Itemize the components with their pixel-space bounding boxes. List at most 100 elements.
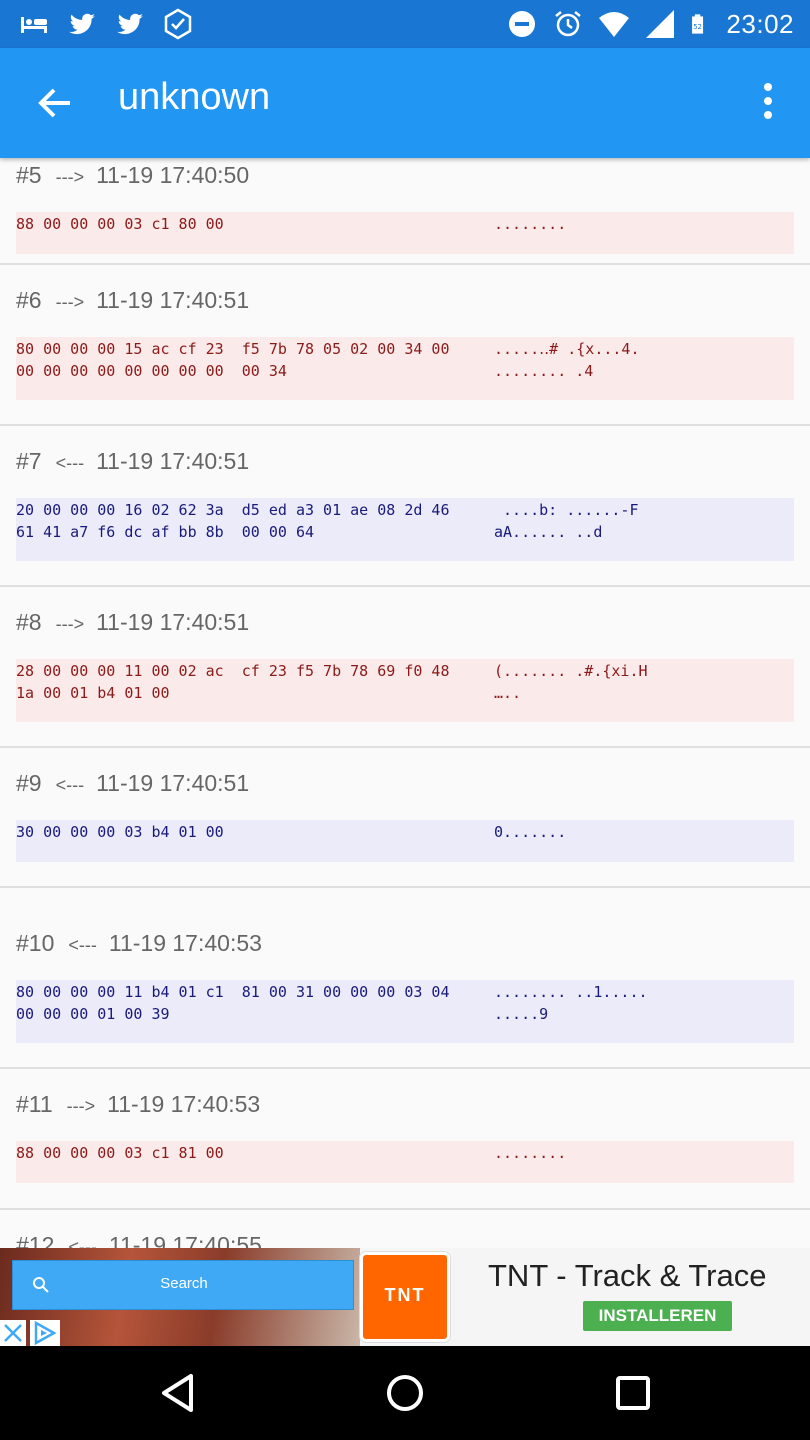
tnt-logo-text: TNT <box>384 1285 426 1305</box>
back-arrow-icon[interactable] <box>30 78 80 128</box>
ascii-text: ........ .4 <box>494 362 594 380</box>
packet-index: #6 <box>16 287 42 313</box>
install-button[interactable]: INSTALLEREN <box>583 1301 732 1331</box>
hexdump-row: 00 00 00 00 00 00 00 00 00 34 ........ .4 <box>16 362 794 384</box>
packet-index: #8 <box>16 609 42 635</box>
packet-hexdump: 88 00 00 00 03 c1 80 00........ <box>16 212 794 254</box>
packet-index: #5 <box>16 162 42 188</box>
packet-header: #11 ---> 11-19 17:40:53 <box>16 1091 260 1118</box>
hex-bytes: 1a 00 01 b4 01 00 <box>16 684 170 702</box>
hexdump-row: 30 00 00 00 03 b4 01 00 0....... <box>16 823 794 845</box>
packet-list[interactable]: #5 ---> 11-19 17:40:50 88 00 00 00 03 c1 80… <box>0 158 810 1248</box>
hexdump-row: 61 41 a7 f6 dc af bb 8b 00 00 64 aA......… <box>16 523 794 545</box>
packet-timestamp: 11-19 17:40:55 <box>108 1232 262 1248</box>
ascii-text: ........ ..1..... <box>494 983 648 1001</box>
screen: 52 23:02 unknown #5 ---> 11-19 17:40:50 88 … <box>0 0 810 1440</box>
packet-hexdump: 88 00 00 00 03 c1 81 00........ <box>16 1141 794 1183</box>
hex-bytes: 61 41 a7 f6 dc af bb 8b 00 00 64 <box>16 523 315 541</box>
battery-level: 52 <box>694 23 703 31</box>
packet-hexdump: 28 00 00 00 11 00 02 ac cf 23 f5 7b 78 6… <box>16 659 794 722</box>
ascii-text: aA...... ..d <box>494 523 603 541</box>
packet-timestamp: 11-19 17:40:51 <box>96 609 250 635</box>
packet-header: #5 ---> 11-19 17:40:50 <box>16 162 249 189</box>
packet-direction: <--- <box>55 453 85 473</box>
hexdump-row: 88 00 00 00 03 c1 81 00........ <box>16 1144 794 1166</box>
shield-check-icon <box>164 8 192 40</box>
packet-header: #8 ---> 11-19 17:40:51 <box>16 609 249 636</box>
packet-item[interactable]: #12 <--- 11-19 17:40:55 <box>0 1210 810 1248</box>
hex-bytes: 00 00 00 01 00 39 <box>16 1005 170 1023</box>
adchoices-icon[interactable] <box>30 1320 60 1346</box>
packet-header: #12 <--- 11-19 17:40:55 <box>16 1232 262 1248</box>
packet-item[interactable]: #6 ---> 11-19 17:40:51 80 00 00 00 15 ac cf… <box>0 265 810 426</box>
packet-direction: ---> <box>55 614 85 634</box>
packet-index: #12 <box>16 1232 55 1248</box>
hexdump-row: 88 00 00 00 03 c1 80 00........ <box>16 215 794 237</box>
hexdump-row: 1a 00 01 b4 01 00 ….. <box>16 684 794 706</box>
packet-item[interactable]: #8 ---> 11-19 17:40:51 28 00 00 00 11 00 02… <box>0 587 810 748</box>
hexdump-row: 28 00 00 00 11 00 02 ac cf 23 f5 7b 78 6… <box>16 662 794 684</box>
packet-direction: <--- <box>68 1237 97 1248</box>
ad-close-icon[interactable] <box>0 1320 26 1346</box>
ad-banner[interactable]: Search TNT TNT - Track & Trace INSTALLER… <box>0 1248 810 1346</box>
home-circle-icon[interactable] <box>380 1368 430 1418</box>
packet-direction: ---> <box>66 1096 96 1116</box>
signal-icon <box>646 10 675 38</box>
packet-index: #11 <box>16 1091 53 1117</box>
twitter-icon <box>117 13 143 35</box>
packet-timestamp: 11-19 17:40:51 <box>96 448 250 474</box>
ascii-text: ....b: ......-F <box>494 501 639 519</box>
ascii-text: ........ <box>494 1144 567 1162</box>
overflow-menu-icon[interactable] <box>756 80 780 126</box>
packet-timestamp: 11-19 17:40:53 <box>107 1091 261 1117</box>
battery-icon: 52 <box>692 14 704 34</box>
hex-bytes: 28 00 00 00 11 00 02 ac cf 23 f5 7b 78 6… <box>16 662 450 680</box>
hex-bytes: 00 00 00 00 00 00 00 00 00 34 <box>16 362 287 380</box>
packet-header: #6 ---> 11-19 17:40:51 <box>16 287 249 314</box>
ad-title[interactable]: TNT - Track & Trace <box>488 1258 766 1294</box>
hexdump-row: 00 00 00 01 00 39 .....9 <box>16 1005 794 1027</box>
hex-bytes: 88 00 00 00 03 c1 81 00 <box>16 1144 224 1162</box>
hexdump-row: 20 00 00 00 16 02 62 3a d5 ed a3 01 ae 0… <box>16 501 794 523</box>
twitter-icon <box>69 13 95 35</box>
back-triangle-icon[interactable] <box>154 1368 204 1418</box>
wifi-icon <box>599 12 630 37</box>
packet-header: #9 <--- 11-19 17:40:51 <box>16 770 249 797</box>
packet-direction: ---> <box>55 167 85 187</box>
packet-direction: ---> <box>55 292 85 312</box>
recents-square-icon[interactable] <box>608 1368 658 1418</box>
packet-header: #10 <--- 11-19 17:40:53 <box>16 930 262 957</box>
ascii-text: (....... .#.{xi.H <box>494 662 648 680</box>
navigation-bar <box>0 1346 810 1440</box>
packet-hexdump: 80 00 00 00 15 ac cf 23 f5 7b 78 05 02 0… <box>16 337 794 400</box>
hex-bytes: 20 00 00 00 16 02 62 3a d5 ed a3 01 ae 0… <box>16 501 450 519</box>
page-title: unknown <box>118 76 271 118</box>
hexdump-row: 80 00 00 00 15 ac cf 23 f5 7b 78 05 02 0… <box>16 340 794 362</box>
packet-hexdump: 80 00 00 00 11 b4 01 c1 81 00 31 00 00 0… <box>16 980 794 1043</box>
packet-item[interactable]: #7 <--- 11-19 17:40:51 20 00 00 00 16 02 62… <box>0 426 810 587</box>
clock: 23:02 <box>726 8 794 39</box>
ascii-text: .....9 <box>494 1005 549 1023</box>
hexdump-row: 80 00 00 00 11 b4 01 c1 81 00 31 00 00 0… <box>16 983 794 1005</box>
hotel-bed-icon <box>21 17 47 33</box>
packet-timestamp: 11-19 17:40:51 <box>96 770 250 796</box>
status-bar: 52 23:02 <box>0 0 810 48</box>
ad-search-button[interactable]: Search <box>12 1260 354 1310</box>
ad-search-label: Search <box>160 1275 208 1292</box>
packet-index: #10 <box>16 930 55 956</box>
packet-index: #7 <box>16 448 42 474</box>
packet-item[interactable]: #5 ---> 11-19 17:40:50 88 00 00 00 03 c1 80… <box>0 158 810 265</box>
alarm-icon <box>555 11 582 37</box>
packet-item[interactable]: #10 <--- 11-19 17:40:53 80 00 00 00 11 b4 0… <box>0 908 810 1069</box>
packet-item[interactable]: #11 ---> 11-19 17:40:53 88 00 00 00 03 c1 8… <box>0 1069 810 1210</box>
ascii-text: ….. <box>494 684 522 702</box>
tnt-logo[interactable]: TNT <box>360 1252 450 1342</box>
ascii-text: ........ <box>494 215 567 233</box>
packet-item[interactable]: #9 <--- 11-19 17:40:51 30 00 00 00 03 b4 01… <box>0 748 810 888</box>
packet-direction: <--- <box>55 775 85 795</box>
ascii-text: .....‥# .{x...4. <box>494 340 640 358</box>
packet-timestamp: 11-19 17:40:51 <box>96 287 250 313</box>
packet-index: #9 <box>16 770 42 796</box>
ascii-text: 0....... <box>494 823 567 841</box>
packet-timestamp: 11-19 17:40:50 <box>96 162 250 188</box>
